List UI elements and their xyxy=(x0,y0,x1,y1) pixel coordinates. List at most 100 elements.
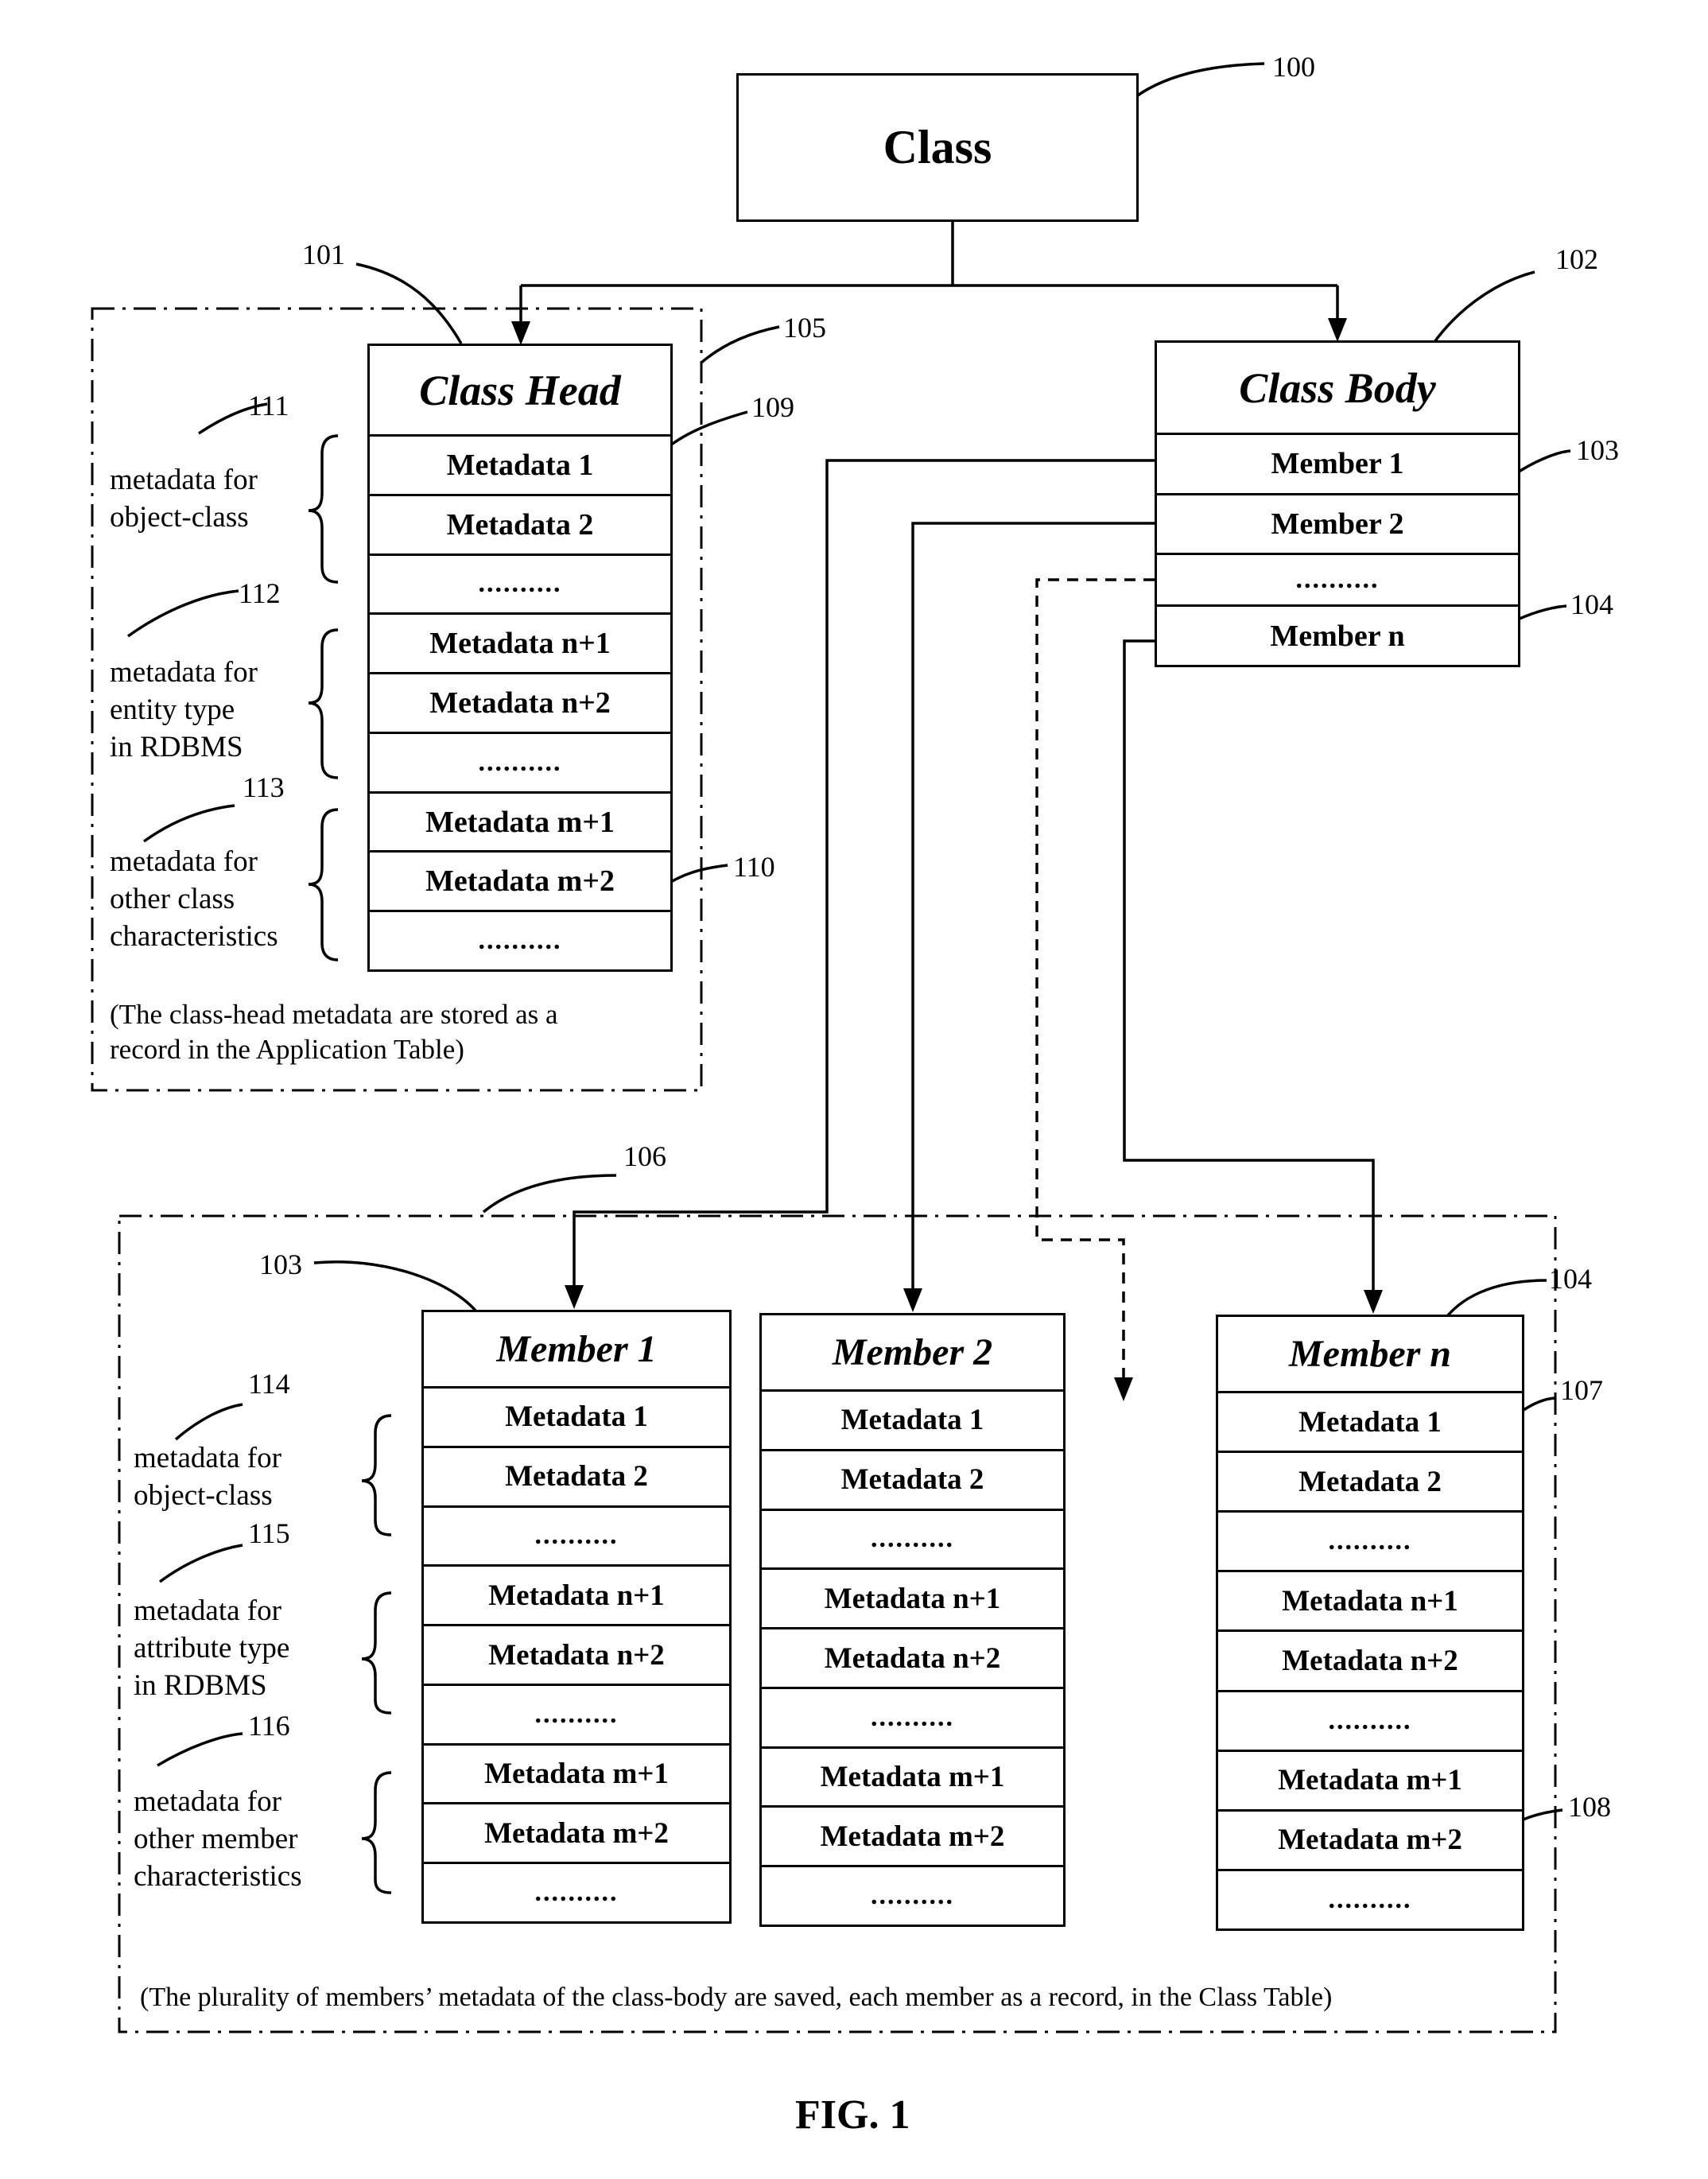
leader-115 xyxy=(158,1544,243,1583)
ref-105: 105 xyxy=(783,312,826,344)
label-line: entity type xyxy=(110,693,235,726)
member-n-connector xyxy=(1123,639,1375,1295)
class-title: Class xyxy=(883,121,992,173)
arrow-to-body xyxy=(1328,318,1347,342)
member-row-ellipsis: .......... xyxy=(534,1878,619,1908)
member-ellipsis-connector xyxy=(1035,578,1155,1382)
ref-103-body: 103 xyxy=(1576,434,1619,466)
ref-104-member: 104 xyxy=(1549,1263,1592,1295)
class-head-row: Metadata 1 xyxy=(370,437,670,496)
members-caption: (The plurality of members’ metadata of t… xyxy=(140,1983,1333,2012)
leader-112 xyxy=(126,589,239,638)
label-line: in RDBMS xyxy=(134,1669,267,1702)
ref-106: 106 xyxy=(623,1140,666,1172)
ref-112: 112 xyxy=(239,577,281,609)
member-row-ellipsis: .......... xyxy=(762,1689,1063,1749)
label-line: metadata for xyxy=(134,1785,281,1818)
member-2-table: Member 2 Metadata 1 Metadata 2 .........… xyxy=(759,1313,1066,1927)
member-row: Metadata m+2 xyxy=(1218,1812,1522,1871)
member-row: Metadata n+2 xyxy=(424,1626,729,1686)
caption-line: record in the Application Table) xyxy=(110,1034,464,1065)
member-row: Metadata n+2 xyxy=(762,1629,1063,1689)
member-row: Metadata 1 xyxy=(1218,1393,1522,1454)
label-line: other member xyxy=(134,1823,298,1855)
class-head-title: Class Head xyxy=(370,346,670,437)
member-row: Metadata n+1 xyxy=(762,1570,1063,1630)
class-body-table: Class Body Member 1 Member 2 .......... … xyxy=(1155,340,1520,667)
class-head-row: Metadata m+1 xyxy=(370,794,670,853)
member-n-title: Member n xyxy=(1218,1317,1522,1393)
class-head-row: Metadata n+2 xyxy=(370,674,670,734)
arrow-to-member-1 xyxy=(565,1285,584,1309)
class-head-table: Class Head Metadata 1 Metadata 2 .......… xyxy=(367,344,673,972)
member-row: Metadata n+2 xyxy=(1218,1632,1522,1692)
member-row: Metadata m+2 xyxy=(762,1808,1063,1868)
patent-figure: Class 100 Class Head Metadata 1 Metadata… xyxy=(0,0,1708,2179)
class-head-caption: (The class-head metadata are stored as a… xyxy=(110,997,558,1067)
group-114-label: metadata for object-class xyxy=(134,1439,281,1514)
member-row: Metadata m+1 xyxy=(762,1749,1063,1808)
ref-110: 110 xyxy=(733,851,775,883)
ref-108: 108 xyxy=(1568,1791,1611,1823)
ref-115: 115 xyxy=(248,1517,290,1549)
member-row: Metadata n+1 xyxy=(424,1567,729,1627)
member-row-ellipsis: .......... xyxy=(1328,1884,1412,1914)
arrow-to-member-ellipsis xyxy=(1114,1377,1133,1401)
member-2-title: Member 2 xyxy=(762,1315,1063,1392)
class-body-row: Member n xyxy=(1270,619,1405,653)
member-row: Metadata 1 xyxy=(762,1392,1063,1451)
label-line: metadata for xyxy=(134,1442,281,1474)
class-head-row: Metadata 2 xyxy=(370,496,670,556)
label-line: metadata for xyxy=(110,845,258,878)
member-row-ellipsis: .......... xyxy=(871,1881,954,1911)
label-line: characteristics xyxy=(134,1860,302,1893)
arrow-to-member-n xyxy=(1364,1290,1383,1314)
member-2-connector xyxy=(911,522,1155,1293)
member-1-title: Member 1 xyxy=(424,1312,729,1389)
class-body-row-ellipsis: .......... xyxy=(1157,555,1518,608)
class-body-row: Member 2 xyxy=(1157,495,1518,556)
ref-107: 107 xyxy=(1560,1374,1603,1406)
label-line: attribute type xyxy=(134,1632,290,1664)
group-111-label: metadata for object-class xyxy=(110,461,258,536)
leader-114 xyxy=(174,1403,243,1441)
member-row: Metadata m+1 xyxy=(424,1746,729,1805)
brace-113 xyxy=(308,808,339,961)
leader-105 xyxy=(700,325,780,364)
class-body-title: Class Body xyxy=(1157,343,1518,435)
member-n-table: Member n Metadata 1 Metadata 2 .........… xyxy=(1216,1315,1524,1931)
label-line: characteristics xyxy=(110,920,278,953)
member-1-table: Member 1 Metadata 1 Metadata 2 .........… xyxy=(421,1310,732,1924)
caption-line: (The class-head metadata are stored as a xyxy=(110,999,558,1030)
leader-100 xyxy=(1128,62,1265,103)
member-row: Metadata m+2 xyxy=(424,1804,729,1865)
ref-111: 111 xyxy=(248,390,289,421)
ref-114: 114 xyxy=(248,1368,290,1400)
brace-116 xyxy=(361,1771,392,1894)
class-box: Class xyxy=(736,73,1139,222)
ref-109: 109 xyxy=(751,391,794,423)
brace-114 xyxy=(361,1414,392,1536)
leader-104-member xyxy=(1446,1279,1547,1318)
leader-113 xyxy=(142,804,235,843)
group-112-label: metadata for entity type in RDBMS xyxy=(110,654,258,766)
brace-112 xyxy=(308,628,339,779)
group-113-label: metadata for other class characteristics xyxy=(110,843,278,955)
member-row-ellipsis: .......... xyxy=(424,1686,729,1746)
group-115-label: metadata for attribute type in RDBMS xyxy=(134,1592,289,1704)
label-line: other class xyxy=(110,883,235,915)
label-line: object-class xyxy=(110,501,249,534)
leader-116 xyxy=(157,1732,243,1767)
arrow-to-member-2 xyxy=(903,1288,922,1312)
leader-102 xyxy=(1427,270,1535,351)
ref-103-member: 103 xyxy=(259,1249,302,1280)
brace-111 xyxy=(308,434,339,584)
brace-115 xyxy=(361,1591,392,1715)
leader-101 xyxy=(355,262,463,344)
arrow-to-head xyxy=(511,321,530,345)
ref-104-body: 104 xyxy=(1570,588,1613,620)
member-row: Metadata 2 xyxy=(762,1451,1063,1511)
member-row: Metadata 2 xyxy=(1218,1453,1522,1513)
label-line: metadata for xyxy=(134,1594,281,1627)
label-line: in RDBMS xyxy=(110,731,243,763)
